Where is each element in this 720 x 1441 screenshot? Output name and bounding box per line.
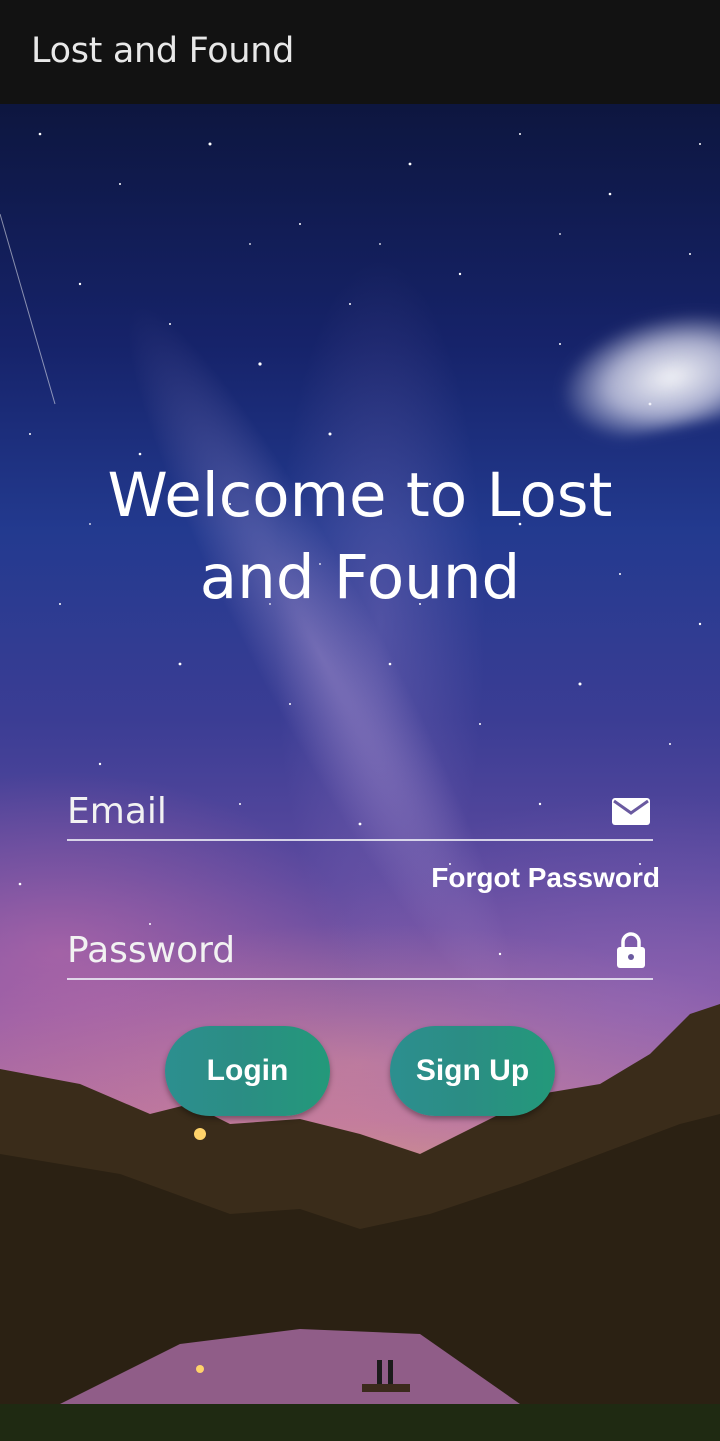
password-field[interactable]: [67, 922, 653, 980]
login-button[interactable]: Login: [165, 1026, 330, 1116]
app-title: Lost and Found: [31, 31, 295, 71]
email-field[interactable]: [67, 783, 653, 841]
mountain-landscape: [0, 1004, 720, 1441]
welcome-heading: Welcome to Lost and Found: [107, 460, 613, 613]
forgot-password-link[interactable]: Forgot Password: [400, 862, 660, 894]
email-input[interactable]: [67, 783, 587, 839]
lock-icon: [617, 932, 645, 968]
sign-up-button[interactable]: Sign Up: [390, 1026, 555, 1116]
password-input[interactable]: [67, 922, 587, 978]
envelope-icon: [612, 798, 650, 825]
background-image: [0, 104, 720, 1441]
app-bar: Lost and Found: [0, 0, 720, 104]
